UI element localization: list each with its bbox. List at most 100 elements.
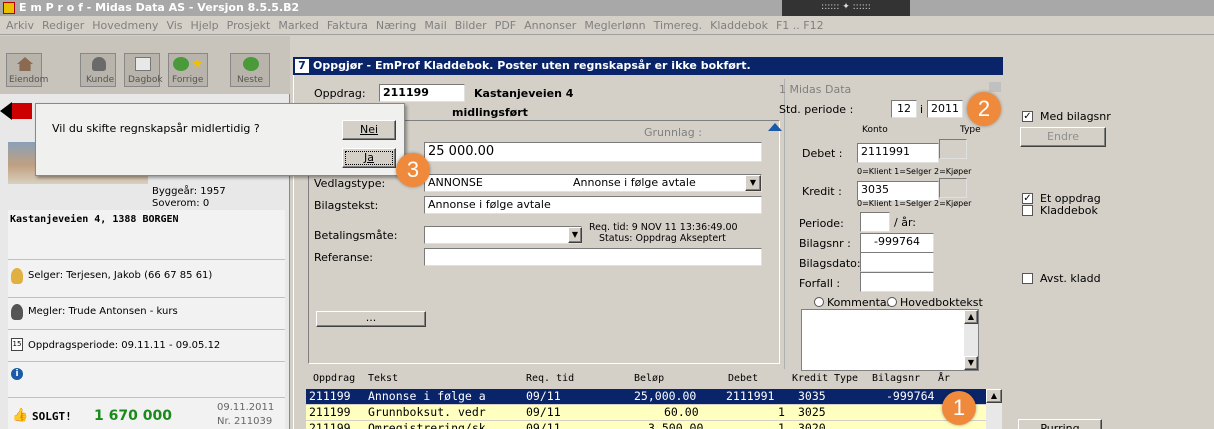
col-oppdrag[interactable]: Oppdrag bbox=[313, 373, 355, 384]
collapse-arrow-icon[interactable] bbox=[768, 123, 782, 131]
menu-item-f1-f12[interactable]: F1 .. F12 bbox=[776, 19, 824, 32]
assignment-period: Oppdragsperiode: 09.11.11 - 09.05.12 bbox=[28, 340, 221, 351]
menu-item-marked[interactable]: Marked bbox=[278, 19, 318, 32]
sold-block: 👍 SOLGT! 1 670 000 09.11.2011 Nr. 211039 bbox=[8, 398, 285, 429]
menu-item-pdf[interactable]: PDF bbox=[495, 19, 516, 32]
menu-item-prosjekt[interactable]: Prosjekt bbox=[227, 19, 271, 32]
forward-arrow-icon bbox=[243, 57, 259, 71]
kredit-type-input[interactable] bbox=[939, 178, 967, 198]
col-type[interactable]: Type bbox=[834, 373, 858, 384]
bilagsdato-label: Bilagsdato: bbox=[799, 257, 861, 270]
periode-input[interactable] bbox=[860, 212, 890, 232]
kladdebok-label: Kladdebok bbox=[1040, 204, 1098, 217]
periode-separator: i bbox=[920, 103, 924, 116]
menu-item-kladdebok[interactable]: Kladdebok bbox=[710, 19, 768, 32]
med-bilagsnr-checkbox[interactable]: ✓ bbox=[1022, 111, 1033, 122]
col-belop[interactable]: Beløp bbox=[634, 373, 664, 384]
sidebar-red-arrow-icon bbox=[0, 102, 12, 120]
bilagsdato-input[interactable] bbox=[860, 252, 934, 272]
kommentar-option[interactable]: Kommentar bbox=[814, 296, 891, 309]
company-scroll-icon[interactable] bbox=[989, 82, 1001, 92]
house-icon bbox=[17, 57, 33, 71]
dialog-question: Vil du skifte regnskapsår midlertidig ? bbox=[52, 122, 260, 135]
grid-scrollbar[interactable]: ▲ bbox=[986, 389, 1002, 429]
menu-item-meglerlønn[interactable]: Meglerlønn bbox=[584, 19, 645, 32]
periode-month-input[interactable]: 12 bbox=[891, 100, 917, 118]
menu-item-rediger[interactable]: Rediger bbox=[42, 19, 84, 32]
std-periode-label: Std. periode : bbox=[779, 103, 854, 116]
dagbok-button[interactable]: Dagbok bbox=[124, 53, 163, 87]
company-name: 1 Midas Data bbox=[779, 83, 852, 96]
grunnlag-label: Grunnlag : bbox=[644, 126, 702, 139]
purring-button[interactable]: Purring bbox=[1018, 419, 1102, 429]
comment-textarea[interactable]: ▲ ▼ bbox=[801, 309, 979, 371]
menu-item-hjelp[interactable]: Hjelp bbox=[191, 19, 219, 32]
eiendom-button[interactable]: Eiendom bbox=[6, 53, 48, 87]
scroll-up-icon[interactable]: ▲ bbox=[964, 310, 978, 324]
amount-input[interactable]: 25 000.00 bbox=[424, 142, 762, 162]
kunde-button[interactable]: Kunde bbox=[80, 53, 116, 87]
et-oppdrag-checkbox[interactable]: ✓ bbox=[1022, 193, 1033, 204]
broker-block[interactable]: Megler: Trude Antonsen - kurs bbox=[8, 298, 285, 330]
info-icon[interactable]: i bbox=[11, 368, 23, 380]
seller-info: Selger: Terjesen, Jakob (66 67 85 61) bbox=[28, 270, 213, 281]
forfall-label: Forfall : bbox=[799, 277, 841, 290]
menu-item-mail[interactable]: Mail bbox=[424, 19, 446, 32]
app-titlebar: E m P r o f - Midas Data AS - Versjon 8.… bbox=[0, 0, 1214, 16]
kladdebok-checkbox[interactable] bbox=[1022, 205, 1033, 216]
hovedbok-option[interactable]: Hovedboktekst bbox=[887, 296, 983, 309]
scroll-up-icon[interactable]: ▲ bbox=[986, 389, 1002, 403]
col-debet[interactable]: Debet bbox=[728, 373, 758, 384]
build-year: Byggeår: 1957 bbox=[152, 186, 226, 197]
dialog-yes-button[interactable]: Ja bbox=[342, 148, 396, 168]
vedlegg-label: Vedlagstype: bbox=[314, 177, 386, 190]
col-tekst[interactable]: Tekst bbox=[368, 373, 398, 384]
menu-item-faktura[interactable]: Faktura bbox=[327, 19, 368, 32]
menu-item-annonser[interactable]: Annonser bbox=[524, 19, 576, 32]
broker-icon bbox=[11, 304, 23, 320]
avst-kladd-checkbox[interactable] bbox=[1022, 273, 1033, 284]
dialog-no-button[interactable]: Nei bbox=[342, 120, 396, 140]
menu-item-hovedmeny[interactable]: Hovedmeny bbox=[92, 19, 158, 32]
comment-scrollbar[interactable]: ▲ ▼ bbox=[964, 310, 978, 370]
bilagsnr-label: Bilagsnr : bbox=[799, 237, 851, 250]
table-row[interactable]: 211199 Grunnboksut. vedr 09/11 60.00 1 3… bbox=[306, 405, 986, 420]
hovedbok-radio[interactable] bbox=[887, 297, 897, 307]
titlebar-center-control[interactable]: :::::: ✦ :::::: bbox=[782, 0, 910, 16]
betaling-select[interactable] bbox=[424, 226, 582, 244]
vedlegg-select[interactable]: ANNONSE Annonse i følge avtale bbox=[424, 174, 762, 192]
kredit-input[interactable]: 3035 bbox=[857, 181, 939, 201]
forrige-button[interactable]: ★ Forrige bbox=[168, 53, 208, 87]
col-bilagsnr[interactable]: Bilagsnr bbox=[872, 373, 920, 384]
menu-item-bilder[interactable]: Bilder bbox=[455, 19, 487, 32]
col-req-tid[interactable]: Req. tid bbox=[526, 373, 574, 384]
menu-item-timereg-[interactable]: Timereg. bbox=[654, 19, 702, 32]
betaling-dropdown-button[interactable]: ▼ bbox=[568, 227, 582, 243]
seller-block[interactable]: Selger: Terjesen, Jakob (66 67 85 61) bbox=[8, 260, 285, 298]
endre-button[interactable]: Endre bbox=[1020, 127, 1106, 147]
col-kredit[interactable]: Kredit bbox=[792, 373, 828, 384]
menu-item-arkiv[interactable]: Arkiv bbox=[6, 19, 34, 32]
table-row[interactable]: 211199 Omregistrering/sk 09/11 3,500.00 … bbox=[306, 421, 986, 429]
bilagstekst-input[interactable]: Annonse i følge avtale bbox=[424, 196, 762, 214]
window-title: Oppgjør - EmProf Kladdebok. Poster uten … bbox=[313, 59, 751, 72]
vedlegg-dropdown-button[interactable]: ▼ bbox=[745, 175, 761, 191]
kommentar-radio[interactable] bbox=[814, 297, 824, 307]
neste-button[interactable]: Neste bbox=[230, 53, 270, 87]
debet-input[interactable]: 2111991 bbox=[857, 143, 939, 163]
vedlegg-desc: Annonse i følge avtale bbox=[573, 176, 696, 189]
table-row[interactable]: 211199 Annonse i følge a 09/11 25,000.00… bbox=[306, 389, 986, 404]
ellipsis-button[interactable]: ... bbox=[316, 311, 426, 327]
bilagsnr-input[interactable]: -999764 bbox=[860, 233, 934, 253]
oppdrag-input[interactable]: 211199 bbox=[379, 84, 465, 102]
assignment-status: Status: Oppdrag Akseptert bbox=[599, 233, 726, 244]
debet-type-input[interactable] bbox=[939, 139, 967, 159]
referanse-input[interactable] bbox=[424, 248, 762, 266]
type-header: Type bbox=[960, 125, 981, 135]
periode-year-input[interactable]: 2011 bbox=[927, 100, 963, 118]
col-aar[interactable]: År bbox=[938, 373, 950, 384]
menu-item-vis[interactable]: Vis bbox=[166, 19, 182, 32]
scroll-down-icon[interactable]: ▼ bbox=[964, 356, 978, 370]
forfall-input[interactable] bbox=[860, 272, 934, 292]
menu-item-næring[interactable]: Næring bbox=[376, 19, 417, 32]
